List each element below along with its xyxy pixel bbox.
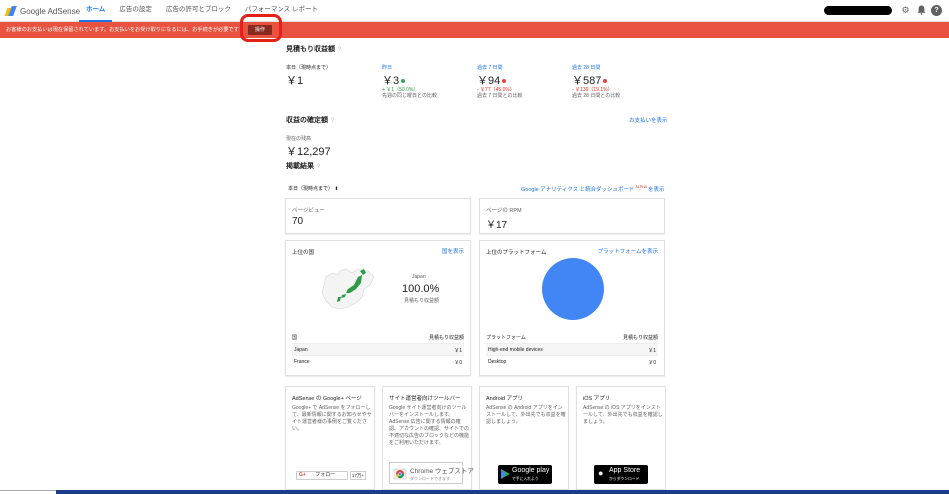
analytics-link[interactable]: Google アナリティクス と統合 (521, 185, 596, 193)
adsense-logo-icon (6, 6, 16, 16)
country-earnings: ￥1 (454, 348, 462, 354)
platform-name: Desktop (488, 359, 507, 365)
redacted-account-name[interactable] (824, 6, 892, 15)
top-app-bar: Google AdSense ホーム 広告の設定 広告の許可とブロック パフォー… (0, 0, 949, 22)
logo-text: Google AdSense (20, 6, 81, 16)
balance-value: ￥12,297 (286, 146, 331, 158)
follower-count: 17万+ (350, 471, 366, 480)
google-play-icon (501, 469, 510, 479)
tab-performance-reports[interactable]: パフォーマンス レポート (238, 0, 325, 22)
countries-col-country: 国 (292, 335, 298, 341)
taskbar-start (0, 490, 56, 494)
today-label: 本日（現時点まで） (286, 65, 332, 71)
country-name: France (294, 359, 310, 365)
balance-label: 現在の残高 (286, 136, 312, 142)
alpha-badge: ALPHA (635, 185, 647, 190)
yesterday-label[interactable]: 昨日 (382, 64, 392, 71)
table-row[interactable]: France ￥0 (292, 355, 464, 367)
rpm-label: ページの RPM (486, 208, 522, 214)
rpm-value: ￥17 (486, 220, 508, 231)
top-country-percent: 100.0% (402, 283, 440, 295)
pie-slice-high-end-mobile (542, 258, 604, 320)
top-platforms-card: 上位のプラットフォーム プラットフォームを表示 プラットフォーム 見積もり収益額… (479, 240, 665, 376)
follow-button[interactable]: G+ フォロー (296, 471, 348, 480)
google-plus-icon: G+ (299, 472, 306, 478)
platform-earnings: ￥1 (648, 348, 656, 354)
table-row[interactable]: Desktop ￥0 (486, 355, 658, 367)
main-nav: ホーム 広告の設定 広告の許可とブロック パフォーマンス レポート (79, 0, 325, 22)
promo-title: Android アプリ (486, 396, 523, 402)
promo-description: AdSense の iOS アプリをインストールして、外出先でも収益を確認しまし… (583, 405, 663, 425)
help-icon[interactable]: ? (317, 164, 320, 170)
performance-title: 掲載結果? (286, 163, 321, 170)
chrome-web-store-icon (393, 468, 407, 480)
countries-col-earnings: 見積もり収益額 (428, 335, 464, 341)
table-row[interactable]: Japan ￥1 (292, 343, 464, 355)
promo-description: AdSense の Android アプリをインストールして、外出先でも収益を確… (486, 405, 566, 425)
confirmed-earnings-title: 収益の確定額? (286, 117, 335, 124)
tab-home[interactable]: ホーム (79, 0, 113, 22)
google-play-badge[interactable]: Google play で手に入れよう (498, 465, 552, 484)
promo-card-google-plus: AdSense の Google+ ページ Google+ で AdSense … (285, 386, 375, 490)
bell-icon[interactable] (916, 5, 927, 16)
help-icon[interactable]: ? (331, 118, 334, 124)
last7-label[interactable]: 過去 7 日間 (477, 64, 503, 71)
payment-hold-alert: お客様のお支払いは現在保留されています。お支払いをお受け取りになるには、お手続き… (0, 22, 949, 38)
countries-title: 上位の国 (292, 250, 315, 256)
platforms-col-earnings: 見積もり収益額 (622, 335, 658, 341)
pageviews-label: ページビュー (292, 208, 325, 214)
gear-icon[interactable]: ⚙ (900, 5, 911, 16)
estimated-earnings-title: 見積もり収益額? (286, 46, 342, 53)
view-platforms-link[interactable]: プラットフォームを表示 (598, 247, 658, 255)
rpm-card: ページの RPM ￥17 (479, 198, 665, 234)
dropdown-arrow-icon: ⬍ (334, 186, 339, 192)
trend-up-icon (401, 79, 406, 84)
tab-allow-block[interactable]: 広告の許可とブロック (159, 0, 238, 22)
last28-label[interactable]: 過去 28 日間 (572, 64, 600, 71)
platforms-col-platform: プラットフォーム (486, 335, 526, 341)
trend-down-icon (502, 79, 507, 84)
apple-icon: ● (598, 468, 604, 478)
promo-card-android: Android アプリ AdSense の Android アプリをインストール… (479, 386, 569, 490)
promo-description: Google サイト運営者向けのツールバーをインストールします。AdSense … (389, 405, 470, 446)
country-earnings: ￥0 (454, 360, 462, 366)
last7-note: 過去 7 日間との比較 (477, 93, 523, 99)
platforms-title: 上位のプラットフォーム (486, 250, 547, 256)
platform-pie-chart (542, 258, 604, 320)
promo-title: サイト運営者向けツールバー (389, 396, 461, 402)
yesterday-note: 先週の同じ曜日との比較 (382, 93, 437, 99)
alert-message: お客様のお支払いは現在保留されています。お支払いをお受け取りになるには、お手続き… (6, 27, 239, 33)
promo-description: Google+ で AdSense をフォローして、最新情報に関するお知らせやサ… (292, 405, 372, 432)
alert-action-button[interactable]: 操作 (248, 25, 272, 35)
taskbar-strip (0, 490, 949, 494)
help-icon[interactable]: ? (338, 47, 341, 53)
chrome-web-store-button[interactable]: Chrome ウェブストア ダウンロードできます (389, 462, 474, 484)
japan-map (321, 268, 375, 310)
date-range-select[interactable]: 本日（現時点まで） ⬍ (288, 185, 339, 192)
dashboard-link[interactable]: ダッシュボードALPHAを表示 (596, 185, 665, 193)
promo-card-toolbar: サイト運営者向けツールバー Google サイト運営者向けのツールバーをインスト… (382, 386, 474, 490)
last28-note: 過去 28 日間との比較 (572, 93, 621, 99)
top-country-name: Japan (412, 274, 426, 280)
pageviews-card: ページビュー 70 (285, 198, 471, 234)
promo-title: AdSense の Google+ ページ (292, 396, 362, 402)
promo-title: iOS アプリ (583, 396, 611, 402)
view-payments-link[interactable]: お支払いを表示 (629, 116, 668, 124)
app-store-badge[interactable]: ● App Store からダウンロード (594, 465, 648, 484)
table-row[interactable]: High-end mobile devices ￥1 (486, 343, 658, 355)
view-countries-link[interactable]: 国を表示 (442, 247, 464, 255)
trend-down-icon (603, 79, 608, 84)
adsense-logo[interactable]: Google AdSense (6, 4, 80, 18)
platform-name: High-end mobile devices (488, 347, 543, 353)
help-icon[interactable]: ? (931, 5, 942, 16)
platform-earnings: ￥0 (648, 360, 656, 366)
today-value: ￥1 (286, 75, 304, 87)
tab-ad-settings[interactable]: 広告の設定 (112, 0, 159, 22)
pageviews-value: 70 (292, 216, 304, 227)
top-country-caption: 見積もり収益額 (404, 298, 440, 304)
top-countries-card: 上位の国 国を表示 Japan 100.0% 見積もり収益額 国 見積もり収益額… (285, 240, 471, 376)
promo-card-ios: iOS アプリ AdSense の iOS アプリをインストールして、外出先でも… (576, 386, 666, 490)
country-name: Japan (294, 347, 308, 353)
